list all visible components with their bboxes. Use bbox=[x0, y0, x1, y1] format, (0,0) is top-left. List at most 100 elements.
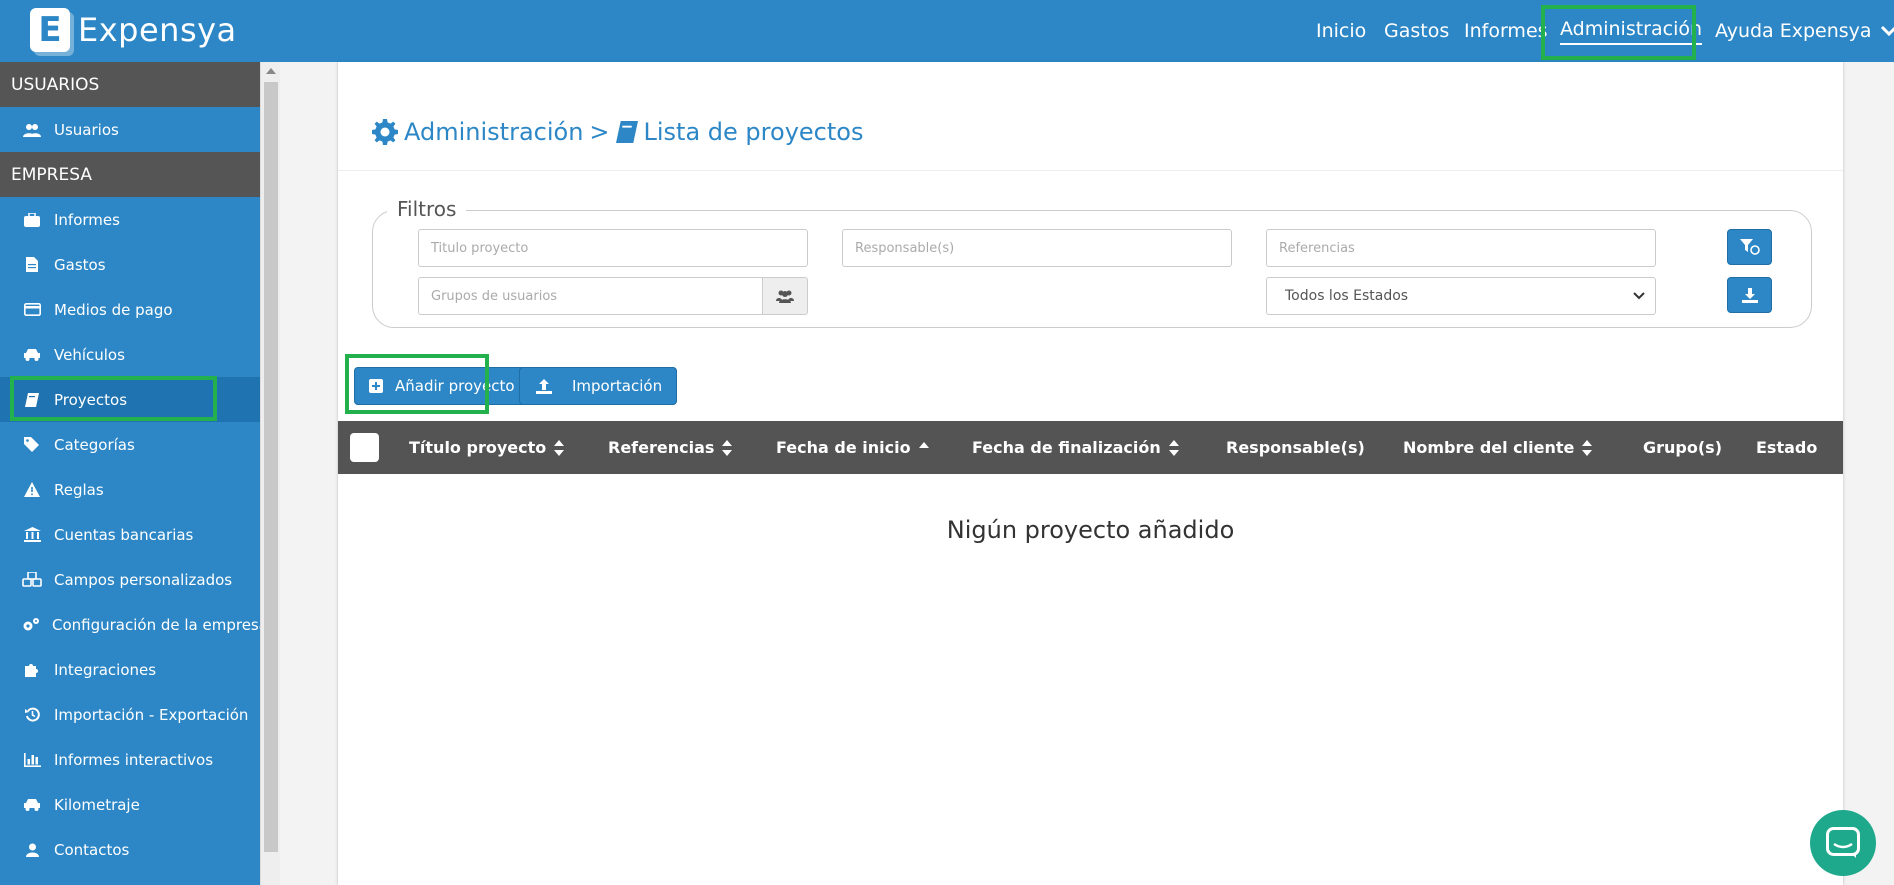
sidebar-item-reglas[interactable]: Reglas bbox=[0, 467, 260, 512]
car-icon bbox=[22, 798, 42, 811]
download-icon bbox=[1741, 287, 1758, 303]
sidebar-item-configuracion-empresa[interactable]: Configuración de la empresa bbox=[0, 602, 260, 647]
col-referencias[interactable]: Referencias bbox=[608, 421, 733, 474]
highlight-box-proyectos bbox=[10, 376, 217, 421]
sidebar-item-usuarios[interactable]: Usuarios bbox=[0, 107, 260, 152]
logo-mark: E bbox=[30, 8, 70, 52]
logo-text: Expensya bbox=[78, 11, 237, 49]
gear-icon bbox=[372, 119, 398, 145]
chat-launcher-button[interactable] bbox=[1810, 810, 1876, 876]
sidebar-section-usuarios: USUARIOS bbox=[0, 62, 260, 107]
breadcrumb-separator: > bbox=[589, 118, 610, 146]
responsable-input[interactable] bbox=[842, 229, 1232, 267]
estado-select-value: Todos los Estados bbox=[1285, 288, 1409, 304]
book-icon bbox=[615, 121, 638, 143]
sidebar-scrollbar[interactable] bbox=[260, 62, 280, 885]
sidebar-section-empresa: EMPRESA bbox=[0, 152, 260, 197]
cubes-icon bbox=[22, 572, 42, 587]
header-divider bbox=[338, 170, 1843, 171]
breadcrumb: Administración > Lista de proyectos bbox=[372, 118, 863, 146]
puzzle-icon bbox=[22, 662, 42, 677]
filters-legend: Filtros bbox=[387, 197, 467, 221]
sidebar-item-label: Contactos bbox=[54, 840, 130, 859]
nav-ayuda[interactable]: Ayuda Expensya bbox=[1715, 0, 1894, 62]
import-label: Importación bbox=[572, 377, 663, 395]
col-grupos: Grupo(s) bbox=[1643, 438, 1723, 457]
empty-table-message: Nigún proyecto añadido bbox=[946, 516, 1235, 544]
sidebar-item-label: Integraciones bbox=[54, 660, 157, 679]
sidebar-item-label: Usuarios bbox=[54, 120, 119, 139]
warning-icon bbox=[22, 482, 42, 497]
referencias-input[interactable] bbox=[1266, 229, 1656, 267]
breadcrumb-admin[interactable]: Administración bbox=[404, 118, 583, 146]
sidebar-item-label: Gastos bbox=[54, 255, 106, 274]
chat-icon bbox=[1826, 827, 1860, 858]
expensya-logo[interactable]: E Expensya bbox=[30, 8, 237, 52]
nav-inicio[interactable]: Inicio bbox=[1316, 0, 1366, 62]
history-icon bbox=[22, 707, 42, 722]
chevron-down-icon bbox=[1880, 25, 1894, 37]
sidebar-item-categorias[interactable]: Categorías bbox=[0, 422, 260, 467]
sidebar-item-medios-de-pago[interactable]: Medios de pago bbox=[0, 287, 260, 332]
bank-icon bbox=[22, 527, 42, 542]
select-all-checkbox[interactable] bbox=[350, 433, 379, 462]
download-button[interactable] bbox=[1727, 277, 1772, 313]
upload-icon bbox=[536, 378, 552, 394]
users-icon bbox=[776, 290, 794, 303]
sidebar-item-gastos[interactable]: Gastos bbox=[0, 242, 260, 287]
sidebar-item-label: Reglas bbox=[54, 480, 104, 499]
scroll-up-arrow[interactable] bbox=[266, 68, 276, 74]
nav-gastos[interactable]: Gastos bbox=[1384, 0, 1449, 62]
sidebar-item-contactos[interactable]: Contactos bbox=[0, 827, 260, 872]
sidebar-item-kilometraje[interactable]: Kilometraje bbox=[0, 782, 260, 827]
main-panel: Administración > Lista de proyectos Filt… bbox=[337, 62, 1844, 885]
import-button[interactable]: Importación bbox=[519, 367, 678, 405]
sidebar-item-label: Campos personalizados bbox=[54, 570, 233, 589]
col-nombre-cliente[interactable]: Nombre del cliente bbox=[1403, 421, 1593, 474]
sidebar: USUARIOS Usuarios EMPRESA Informes Gasto… bbox=[0, 62, 260, 885]
chevron-down-icon bbox=[1633, 292, 1645, 300]
cogs-icon bbox=[22, 617, 40, 632]
briefcase-icon bbox=[22, 212, 42, 227]
col-fecha-finalizacion[interactable]: Fecha de finalización bbox=[972, 421, 1179, 474]
top-navbar: E Expensya Inicio Gastos Informes Admini… bbox=[0, 0, 1894, 62]
sidebar-item-informes-interactivos[interactable]: Informes interactivos bbox=[0, 737, 260, 782]
sidebar-item-label: Kilometraje bbox=[54, 795, 140, 814]
file-icon bbox=[22, 257, 42, 272]
car-icon bbox=[22, 348, 42, 361]
sidebar-item-cuentas-bancarias[interactable]: Cuentas bancarias bbox=[0, 512, 260, 557]
sidebar-item-label: Medios de pago bbox=[54, 300, 173, 319]
col-estado: Estado bbox=[1756, 438, 1818, 457]
table-header: Título proyecto Referencias Fecha de ini… bbox=[338, 421, 1843, 474]
estado-select[interactable]: Todos los Estados bbox=[1266, 277, 1656, 315]
sidebar-item-label: Categorías bbox=[54, 435, 135, 454]
bar-chart-icon bbox=[22, 752, 42, 767]
sidebar-item-integraciones[interactable]: Integraciones bbox=[0, 647, 260, 692]
sort-icon bbox=[1168, 439, 1179, 456]
nav-informes[interactable]: Informes bbox=[1464, 0, 1548, 62]
user-icon bbox=[22, 843, 42, 857]
sort-asc-icon bbox=[918, 441, 929, 448]
col-fecha-inicio[interactable]: Fecha de inicio bbox=[776, 421, 929, 474]
sidebar-item-informes[interactable]: Informes bbox=[0, 197, 260, 242]
tags-icon bbox=[22, 437, 42, 452]
sidebar-item-importacion-exportacion[interactable]: Importación - Exportación bbox=[0, 692, 260, 737]
sidebar-item-vehiculos[interactable]: Vehículos bbox=[0, 332, 260, 377]
filter-clear-icon bbox=[1739, 239, 1760, 255]
page-title: Lista de proyectos bbox=[643, 118, 864, 146]
highlight-box-admin bbox=[1541, 5, 1696, 60]
sort-icon bbox=[722, 439, 733, 456]
sidebar-item-label: Informes interactivos bbox=[54, 750, 214, 769]
sidebar-item-label: Configuración de la empresa bbox=[52, 615, 260, 634]
sidebar-item-campos-personalizados[interactable]: Campos personalizados bbox=[0, 557, 260, 602]
grupos-usuarios-input[interactable] bbox=[418, 277, 763, 315]
clear-filter-button[interactable] bbox=[1727, 229, 1772, 265]
highlight-box-add bbox=[345, 354, 489, 414]
grupos-usuarios-addon[interactable] bbox=[763, 277, 808, 315]
sidebar-item-label: Informes bbox=[54, 210, 120, 229]
scroll-thumb[interactable] bbox=[264, 82, 278, 852]
col-responsables: Responsable(s) bbox=[1226, 438, 1365, 457]
sidebar-item-label: Importación - Exportación bbox=[54, 705, 249, 724]
titulo-proyecto-input[interactable] bbox=[418, 229, 808, 267]
col-titulo-proyecto[interactable]: Título proyecto bbox=[409, 421, 565, 474]
